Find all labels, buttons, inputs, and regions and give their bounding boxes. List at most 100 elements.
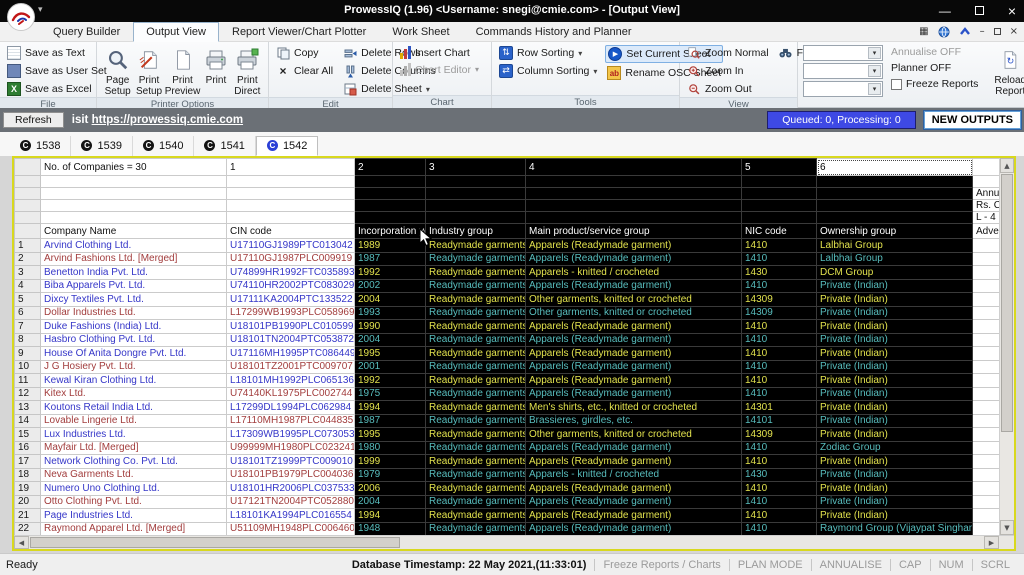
company-name-cell[interactable]: Duke Fashions (India) Ltd. <box>41 320 227 334</box>
spacer-cell[interactable] <box>227 200 355 212</box>
spacer-cell[interactable] <box>41 188 227 200</box>
row-number[interactable]: 18 <box>15 468 41 482</box>
spacer-cell-selected[interactable] <box>426 188 526 200</box>
industry-group-cell[interactable]: Readymade garments <box>426 239 526 253</box>
side-data-cell[interactable] <box>973 455 1000 469</box>
incorporation-year-cell[interactable]: 2001 <box>355 360 426 374</box>
column-number-5[interactable]: 5 <box>742 159 817 176</box>
spacer-cell[interactable] <box>227 188 355 200</box>
company-name-cell[interactable]: Biba Apparels Pvt. Ltd. <box>41 279 227 293</box>
globe-icon[interactable] <box>938 26 950 38</box>
spacer-cell-selected[interactable] <box>742 200 817 212</box>
spacer-cell-selected[interactable] <box>355 188 426 200</box>
cin-cell[interactable]: U74110HR2002PTC083029 <box>227 279 355 293</box>
nic-code-cell[interactable]: 1410 <box>742 522 817 535</box>
table-row[interactable]: 16Mayfair Ltd. [Merged]U99999MH1980PLC02… <box>15 441 1000 455</box>
zoom-out-button[interactable]: Zoom Out <box>685 81 771 97</box>
cin-cell[interactable]: U18101PB1990PLC010599 <box>227 320 355 334</box>
header-nic-code[interactable]: NIC code <box>742 224 817 239</box>
maximize-button[interactable] <box>975 5 984 17</box>
side-data-cell[interactable] <box>973 333 1000 347</box>
incorporation-year-cell[interactable]: 1995 <box>355 347 426 361</box>
product-group-cell[interactable]: Apparels (Readymade garment) <box>526 455 742 469</box>
cin-cell[interactable]: U18101HR2006PLC037533 <box>227 482 355 496</box>
side-data-cell[interactable] <box>973 495 1000 509</box>
row-sorting-button[interactable]: ⇅ Row Sorting ▾ <box>497 45 599 61</box>
table-row[interactable]: 18Neva Garments Ltd.U18101PB1979PLC00403… <box>15 468 1000 482</box>
row-number[interactable]: 13 <box>15 401 41 415</box>
nic-code-cell[interactable]: 1430 <box>742 468 817 482</box>
side-data-cell[interactable] <box>973 482 1000 496</box>
row-number[interactable]: 21 <box>15 509 41 523</box>
ownership-group-cell[interactable]: Private (Indian) <box>817 509 973 523</box>
side-data-cell[interactable] <box>973 414 1000 428</box>
company-name-cell[interactable]: Benetton India Pvt. Ltd. <box>41 266 227 280</box>
company-name-cell[interactable]: Page Industries Ltd. <box>41 509 227 523</box>
spacer-cell-selected[interactable] <box>817 176 973 188</box>
nic-code-cell[interactable]: 1410 <box>742 495 817 509</box>
nic-code-cell[interactable]: 14301 <box>742 401 817 415</box>
row-number[interactable]: 11 <box>15 374 41 388</box>
incorporation-year-cell[interactable]: 1999 <box>355 455 426 469</box>
product-group-cell[interactable]: Apparels - knitted / crocheted <box>526 468 742 482</box>
incorporation-year-cell[interactable]: 1990 <box>355 320 426 334</box>
side-label-cell[interactable]: L - 4 <box>973 212 1000 224</box>
industry-group-cell[interactable]: Readymade garments <box>426 333 526 347</box>
industry-group-cell[interactable]: Readymade garments <box>426 401 526 415</box>
side-data-cell[interactable] <box>973 441 1000 455</box>
company-name-cell[interactable]: Kewal Kiran Clothing Ltd. <box>41 374 227 388</box>
company-name-cell[interactable]: Mayfair Ltd. [Merged] <box>41 441 227 455</box>
table-row[interactable]: 5Dixcy Textiles Pvt. Ltd.U17111KA2004PTC… <box>15 293 1000 307</box>
misc-dropdown-2[interactable]: ▾ <box>803 63 883 79</box>
product-group-cell[interactable]: Apparels (Readymade garment) <box>526 374 742 388</box>
cin-cell[interactable]: U17116MH1995PTC086449 <box>227 347 355 361</box>
industry-group-cell[interactable]: Readymade garments <box>426 252 526 266</box>
ownership-group-cell[interactable]: Private (Indian) <box>817 360 973 374</box>
new-outputs-button[interactable]: NEW OUTPUTS <box>924 111 1021 129</box>
spacer-cell-selected[interactable] <box>355 212 426 224</box>
cin-cell[interactable]: L17110MH1987PLC044835 <box>227 414 355 428</box>
spacer-cell[interactable] <box>227 212 355 224</box>
table-row[interactable]: 10J G Hosiery Pvt. Ltd.U18101TZ2001PTC00… <box>15 360 1000 374</box>
nic-code-cell[interactable]: 1410 <box>742 482 817 496</box>
header-ownership-group[interactable]: Ownership group <box>817 224 973 239</box>
nic-code-cell[interactable]: 1410 <box>742 320 817 334</box>
ownership-group-cell[interactable]: Private (Indian) <box>817 387 973 401</box>
side-label-cell[interactable] <box>973 176 1000 188</box>
cin-cell[interactable]: U18101TZ2001PTC009707 <box>227 360 355 374</box>
spacer-cell-selected[interactable] <box>426 176 526 188</box>
incorporation-year-cell[interactable]: 2002 <box>355 279 426 293</box>
incorporation-year-cell[interactable]: 1993 <box>355 306 426 320</box>
side-data-cell[interactable] <box>973 401 1000 415</box>
cin-cell[interactable]: U17111KA2004PTC133522 <box>227 293 355 307</box>
table-row[interactable]: 9House Of Anita Dongre Pvt. Ltd.U17116MH… <box>15 347 1000 361</box>
zoom-in-button[interactable]: Zoom In <box>685 63 771 79</box>
table-row[interactable]: 22Raymond Apparel Ltd. [Merged]U51109MH1… <box>15 522 1000 535</box>
product-group-cell[interactable]: Apparels (Readymade garment) <box>526 509 742 523</box>
cin-cell[interactable]: U18101PB1979PLC004036 <box>227 468 355 482</box>
side-data-cell[interactable] <box>973 279 1000 293</box>
header-main-product-group[interactable]: Main product/service group <box>526 224 742 239</box>
row-number[interactable]: 9 <box>15 347 41 361</box>
spacer-cell-selected[interactable] <box>742 188 817 200</box>
incorporation-year-cell[interactable]: 1994 <box>355 401 426 415</box>
sheet-tab-1540[interactable]: C1540 <box>133 136 194 156</box>
incorporation-year-cell[interactable]: 1987 <box>355 414 426 428</box>
side-data-cell[interactable] <box>973 347 1000 361</box>
company-name-cell[interactable]: Lovable Lingerie Ltd. <box>41 414 227 428</box>
cin-cell[interactable]: U17110GJ1989PTC013042 <box>227 239 355 253</box>
print-direct-button[interactable]: Print Direct <box>232 45 263 97</box>
nic-code-cell[interactable]: 1410 <box>742 347 817 361</box>
table-row[interactable]: 19Numero Uno Clothing Ltd.U18101HR2006PL… <box>15 482 1000 496</box>
header-cin-code[interactable]: CIN code <box>227 224 355 239</box>
ownership-group-cell[interactable]: Zodiac Group <box>817 441 973 455</box>
product-group-cell[interactable]: Apparels (Readymade garment) <box>526 360 742 374</box>
column-number-4[interactable]: 4 <box>526 159 742 176</box>
horizontal-scrollbar[interactable]: ◀ ▶ <box>14 535 1014 549</box>
sheet-tab-1541[interactable]: C1541 <box>194 136 255 156</box>
industry-group-cell[interactable]: Readymade garments <box>426 428 526 442</box>
misc-dropdown-3[interactable]: ▾ <box>803 81 883 97</box>
table-row[interactable]: 21Page Industries Ltd.L18101KA1994PLC016… <box>15 509 1000 523</box>
nav-tab-output-view[interactable]: Output View <box>133 22 219 42</box>
company-name-cell[interactable]: Otto Clothing Pvt. Ltd. <box>41 495 227 509</box>
